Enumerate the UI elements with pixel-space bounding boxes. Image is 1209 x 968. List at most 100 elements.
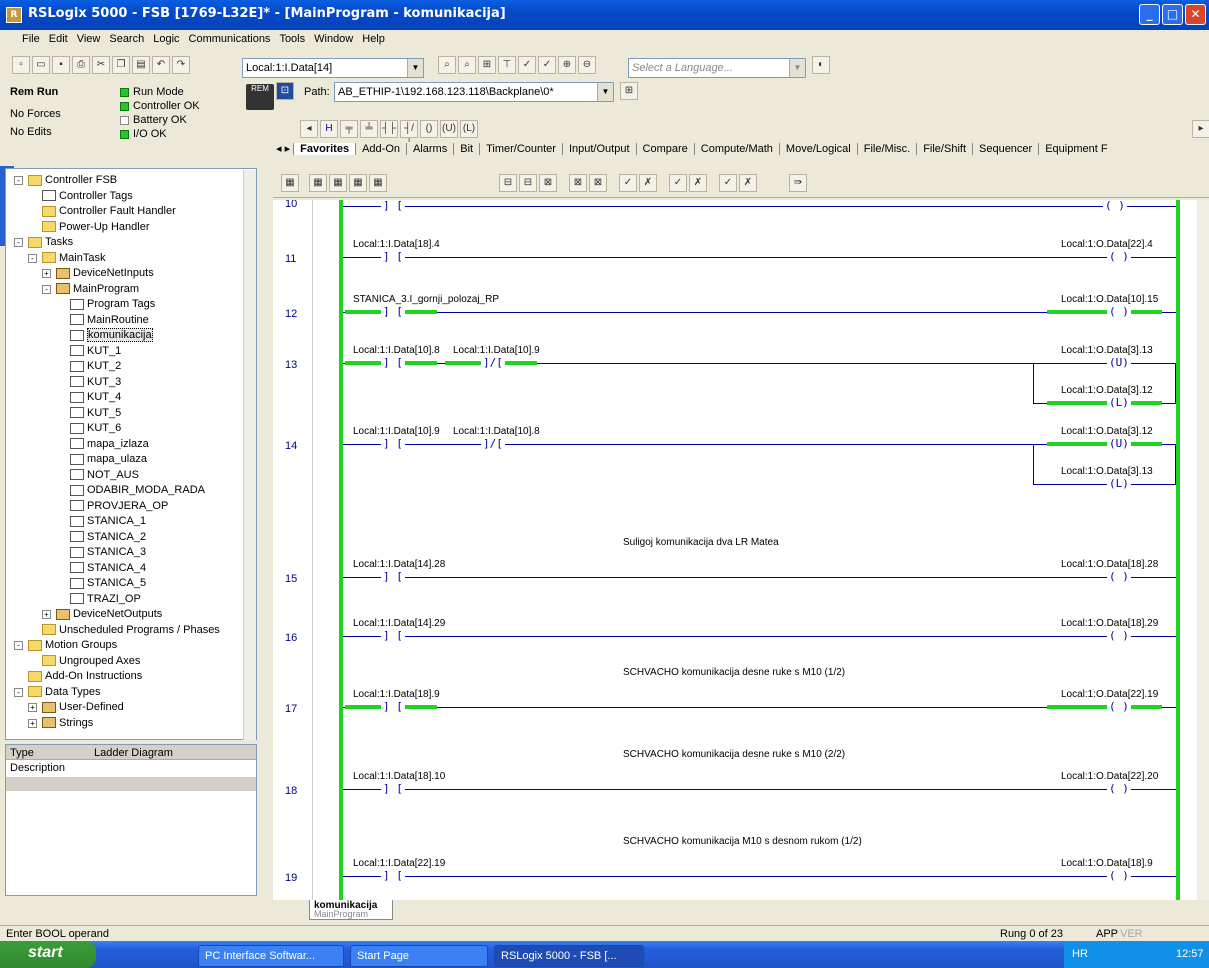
otu-coil[interactable]: (U): [1107, 357, 1131, 368]
tree-item[interactable]: KUT_1: [70, 344, 121, 359]
new-icon[interactable]: ▫: [12, 56, 30, 74]
expand-toggle-icon[interactable]: -: [42, 284, 51, 294]
taskbar-item-rslogix[interactable]: RSLogix 5000 - FSB [...: [494, 945, 644, 967]
print-icon[interactable]: ⎙: [72, 56, 90, 74]
tab-input-output[interactable]: Input/Output: [561, 143, 636, 155]
menu-window[interactable]: Window: [314, 33, 353, 45]
xic-contact[interactable]: ] [: [381, 438, 405, 449]
tree-item[interactable]: KUT_2: [70, 359, 121, 374]
tree-item[interactable]: Ungrouped Axes: [42, 654, 140, 669]
zoom-in-icon[interactable]: ⊕: [558, 56, 576, 74]
network-icon[interactable]: ⊞: [620, 82, 638, 100]
language-combo[interactable]: Select a Language... ▼: [628, 58, 806, 78]
tree-item[interactable]: komunikacija: [70, 328, 153, 343]
verify-routine-ladder-icon[interactable]: ⊠: [589, 174, 607, 192]
expand-toggle-icon[interactable]: +: [28, 703, 37, 712]
expand-toggle-icon[interactable]: -: [14, 238, 23, 247]
tree-item[interactable]: STANICA_5: [70, 576, 146, 591]
start-button[interactable]: start: [0, 941, 96, 968]
expand-toggle-icon[interactable]: -: [14, 176, 23, 185]
tree-item[interactable]: MainRoutine: [70, 313, 149, 328]
tree-item[interactable]: Controller Fault Handler: [42, 204, 176, 219]
menu-search[interactable]: Search: [109, 33, 144, 45]
tree-item[interactable]: User-Defined: [42, 700, 124, 715]
undo-icon[interactable]: ↶: [152, 56, 170, 74]
routine-tab[interactable]: komunikacija MainProgram: [309, 900, 393, 920]
tag-search-combo[interactable]: Local:1:I.Data[14] ▼: [242, 58, 424, 78]
tab-timer-counter[interactable]: Timer/Counter: [479, 143, 562, 155]
chevron-down-icon[interactable]: ▼: [789, 59, 805, 77]
tree-item[interactable]: Motion Groups: [28, 638, 117, 653]
tree-item[interactable]: MainProgram: [56, 282, 139, 297]
tree-item[interactable]: Data Types: [28, 685, 100, 700]
path-combo[interactable]: AB_ETHIP-1\192.168.123.118\Backplane\0* ▼: [334, 82, 614, 102]
rung-icon[interactable]: ◂: [300, 120, 318, 138]
tree-item[interactable]: STANICA_1: [70, 514, 146, 529]
find-icon[interactable]: ⌕: [438, 56, 456, 74]
xio-contact[interactable]: ]/[: [481, 438, 505, 449]
xic-contact[interactable]: ] [: [381, 306, 405, 317]
tree-item[interactable]: PROVJERA_OP: [70, 499, 168, 514]
rswho-icon[interactable]: ⊡: [276, 82, 294, 100]
ote-coil[interactable]: ( ): [1107, 783, 1131, 794]
tree-vertical-scrollbar[interactable]: [243, 170, 256, 740]
taskbar-item-pc-interface[interactable]: PC Interface Softwar...: [198, 945, 344, 967]
tree-item[interactable]: mapa_ulaza: [70, 452, 147, 467]
tree-item[interactable]: DeviceNetOutputs: [56, 607, 162, 622]
language-indicator[interactable]: HR: [1072, 948, 1088, 960]
tab-add-on[interactable]: Add-On: [355, 143, 406, 155]
start-edits-icon[interactable]: ▦: [309, 174, 327, 192]
taskbar-item-start-page[interactable]: Start Page: [350, 945, 488, 967]
tree-item[interactable]: NOT_AUS: [70, 468, 139, 483]
verify-rung-icon[interactable]: ⊠: [569, 174, 587, 192]
assemble-edits-icon[interactable]: ▦: [369, 174, 387, 192]
chevron-down-icon[interactable]: ▼: [407, 59, 423, 77]
tree-item[interactable]: STANICA_3: [70, 545, 146, 560]
find-next-icon[interactable]: ⌕: [458, 56, 476, 74]
tab-move-logical[interactable]: Move/Logical: [778, 143, 857, 155]
tree-item[interactable]: KUT_5: [70, 406, 121, 421]
xic-contact[interactable]: ] [: [381, 870, 405, 881]
cut-icon[interactable]: ✂: [92, 56, 110, 74]
tree-item[interactable]: KUT_6: [70, 421, 121, 436]
ladder-vertical-scrollbar[interactable]: [1197, 200, 1209, 900]
redo-icon[interactable]: ↷: [172, 56, 190, 74]
ote-coil[interactable]: ( ): [1107, 870, 1131, 881]
cancel-edits-icon[interactable]: ▦: [349, 174, 367, 192]
toggle-bit-icon[interactable]: ✓: [619, 174, 637, 192]
toggle-bit-off-icon[interactable]: ✗: [639, 174, 657, 192]
accept-edits-icon[interactable]: ▦: [329, 174, 347, 192]
expand-toggle-icon[interactable]: +: [42, 610, 51, 619]
tab-file-misc-[interactable]: File/Misc.: [856, 143, 917, 155]
otl-coil[interactable]: (L): [1107, 478, 1131, 489]
xic-contact[interactable]: ] [: [381, 630, 405, 641]
ote-icon[interactable]: (): [420, 120, 438, 138]
ote-coil[interactable]: ( ): [1107, 251, 1131, 262]
otu-icon[interactable]: (U): [440, 120, 458, 138]
tree-item[interactable]: TRAZI_OP: [70, 592, 141, 607]
tree-item[interactable]: KUT_3: [70, 375, 121, 390]
tab-compute-math[interactable]: Compute/Math: [693, 143, 779, 155]
tab-sequencer[interactable]: Sequencer: [972, 143, 1039, 155]
xic-contact[interactable]: ] [: [381, 701, 405, 712]
otl-icon[interactable]: (L): [460, 120, 478, 138]
tree-item[interactable]: Unscheduled Programs / Phases: [42, 623, 220, 638]
tree-item[interactable]: Controller FSB: [28, 173, 117, 188]
xio-icon[interactable]: ┤/├: [400, 120, 418, 150]
branch-level-icon[interactable]: ╤: [340, 120, 358, 138]
ote-coil[interactable]: ( ): [1107, 630, 1131, 641]
ote-coil[interactable]: ( ): [1107, 701, 1131, 712]
tab-compare[interactable]: Compare: [635, 143, 694, 155]
expand-toggle-icon[interactable]: +: [28, 718, 37, 728]
expand-toggle-icon[interactable]: -: [14, 641, 23, 650]
untest-edits-icon[interactable]: ⊟: [519, 174, 537, 192]
tree-item[interactable]: DeviceNetInputs: [56, 266, 154, 281]
menu-tools[interactable]: Tools: [279, 33, 305, 45]
verify-routine-icon[interactable]: ✓: [518, 56, 536, 74]
otl-coil[interactable]: (L): [1107, 397, 1131, 408]
unmark-edit-icon[interactable]: ✗: [689, 174, 707, 192]
tree-item[interactable]: STANICA_4: [70, 561, 146, 576]
xic-contact[interactable]: ] [: [381, 571, 405, 582]
save-icon[interactable]: ▪: [52, 56, 70, 74]
tree-item[interactable]: KUT_4: [70, 390, 121, 405]
